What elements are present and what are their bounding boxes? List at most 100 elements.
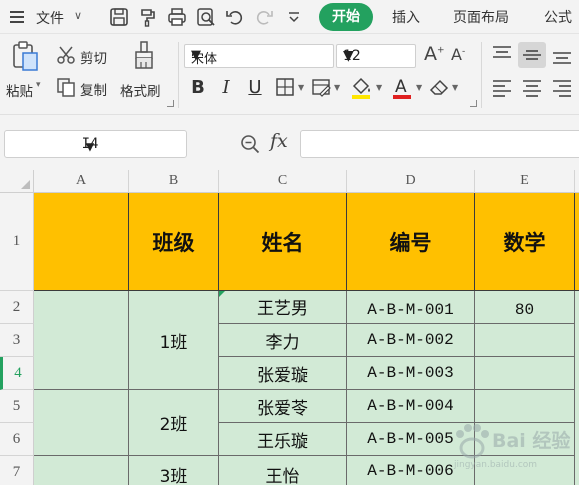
paste-chevron-icon[interactable]: ▾	[36, 80, 41, 90]
tab-page-layout[interactable]: 页面布局	[453, 7, 509, 27]
cell-a-group-1[interactable]	[34, 291, 129, 390]
code-cell[interactable]: A-B-M-004	[347, 390, 475, 423]
chevron-down-icon: ▼	[343, 48, 354, 64]
code-cell[interactable]: A-B-M-002	[347, 324, 475, 357]
header-cell-f[interactable]	[575, 193, 579, 291]
row-header-7[interactable]: 7	[0, 456, 34, 485]
name-cell[interactable]: 王艺男	[219, 291, 347, 324]
tab-home[interactable]: 开始	[319, 3, 373, 31]
clipboard-launcher-icon[interactable]	[167, 100, 174, 107]
align-middle-icon[interactable]	[518, 42, 546, 68]
chevron-down-icon[interactable]: ▼	[298, 83, 304, 92]
bold-button[interactable]: B	[186, 76, 210, 100]
hamburger-menu-icon[interactable]	[10, 11, 24, 23]
spreadsheet-grid: A B C D E 1 2 3 4 5 6 7 班级 姓名 编号 数学 1班 2…	[0, 170, 579, 485]
cell-a-group-3[interactable]	[34, 456, 129, 485]
align-top-icon[interactable]	[488, 42, 516, 68]
header-cell-code[interactable]: 编号	[347, 193, 475, 291]
row-header-3[interactable]: 3	[0, 324, 34, 357]
math-cell[interactable]	[475, 456, 575, 485]
eraser-icon[interactable]	[428, 76, 450, 98]
column-header-c[interactable]: C	[219, 170, 347, 193]
tab-insert[interactable]: 插入	[392, 7, 420, 27]
font-color-icon[interactable]: A	[390, 74, 414, 100]
name-cell[interactable]: 王怡	[219, 456, 347, 485]
column-header-d[interactable]: D	[347, 170, 475, 193]
format-painter-button[interactable]: 格式刷	[120, 80, 161, 100]
header-cell-a[interactable]	[34, 193, 129, 291]
copy-icon[interactable]	[55, 76, 77, 98]
name-cell[interactable]: 李力	[219, 324, 347, 357]
math-cell[interactable]	[475, 324, 575, 357]
more-icon[interactable]	[283, 6, 305, 28]
paste-button[interactable]: 粘贴	[6, 80, 33, 100]
cut-button[interactable]: 剪切	[80, 47, 107, 67]
font-name-select[interactable]: 宋体 ▼	[184, 44, 334, 68]
chevron-down-icon[interactable]: ▼	[376, 83, 382, 92]
scissors-icon[interactable]	[55, 44, 77, 66]
tab-formulas[interactable]: 公式	[544, 7, 572, 27]
format-brush-icon[interactable]	[130, 40, 158, 72]
font-size-select[interactable]: 12 ▼	[336, 44, 416, 68]
borders-icon[interactable]	[274, 76, 296, 98]
code-cell[interactable]: A-B-M-001	[347, 291, 475, 324]
code-cell[interactable]: A-B-M-006	[347, 456, 475, 485]
font-grow-icon[interactable]: A+	[424, 43, 445, 65]
row-header-2[interactable]: 2	[0, 291, 34, 324]
row-header-5[interactable]: 5	[0, 390, 34, 423]
name-cell[interactable]: 王乐璇	[219, 423, 347, 456]
fx-icon[interactable]: fx	[270, 130, 288, 152]
undo-icon[interactable]	[224, 6, 246, 28]
math-cell[interactable]: 80	[475, 291, 575, 324]
column-header-b[interactable]: B	[129, 170, 219, 193]
column-header-e[interactable]: E	[475, 170, 575, 193]
row-header-4[interactable]: 4	[0, 357, 34, 390]
header-cell-math[interactable]: 数学	[475, 193, 575, 291]
align-bottom-icon[interactable]	[548, 42, 576, 68]
align-left-icon[interactable]	[488, 74, 516, 100]
class-cell-3[interactable]: 3班	[129, 456, 219, 485]
column-header-f[interactable]	[575, 170, 579, 193]
header-cell-class[interactable]: 班级	[129, 193, 219, 291]
row-header-6[interactable]: 6	[0, 423, 34, 456]
chevron-down-icon[interactable]: ▼	[334, 83, 340, 92]
column-header-a[interactable]: A	[34, 170, 129, 193]
select-all-corner[interactable]	[0, 170, 34, 193]
math-cell[interactable]	[475, 423, 575, 456]
paste-icon[interactable]	[10, 40, 40, 72]
cell-f-column[interactable]	[575, 291, 579, 485]
chevron-down-icon[interactable]: ▼	[416, 83, 422, 92]
chevron-down-icon[interactable]: ▼	[5, 139, 175, 155]
header-cell-name[interactable]: 姓名	[219, 193, 347, 291]
save-icon[interactable]	[108, 6, 130, 28]
align-center-icon[interactable]	[518, 74, 546, 100]
name-cell[interactable]: 张爱苓	[219, 390, 347, 423]
zoom-icon[interactable]	[240, 134, 260, 154]
row-header-1[interactable]: 1	[0, 193, 34, 291]
copy-button[interactable]: 复制	[80, 79, 107, 99]
print-icon[interactable]	[166, 6, 188, 28]
align-right-icon[interactable]	[548, 74, 576, 100]
file-menu[interactable]: 文件	[36, 8, 64, 28]
class-cell-1[interactable]: 1班	[129, 291, 219, 390]
math-cell[interactable]	[475, 357, 575, 390]
formula-input[interactable]	[300, 130, 579, 158]
font-shrink-icon[interactable]: A-	[451, 45, 465, 64]
class-cell-2[interactable]: 2班	[129, 390, 219, 456]
name-box[interactable]: I4 ▼	[4, 130, 187, 158]
cell-a-group-2[interactable]	[34, 390, 129, 456]
cell-style-icon[interactable]	[310, 76, 332, 98]
print-preview-icon[interactable]	[195, 6, 217, 28]
chevron-down-icon[interactable]: ∨	[74, 9, 82, 22]
redo-icon[interactable]	[253, 6, 275, 28]
format-painter-icon[interactable]	[137, 6, 159, 28]
italic-button[interactable]: I	[214, 76, 238, 100]
math-cell[interactable]	[475, 390, 575, 423]
code-cell[interactable]: A-B-M-003	[347, 357, 475, 390]
chevron-down-icon[interactable]: ▼	[452, 83, 458, 92]
code-cell[interactable]: A-B-M-005	[347, 423, 475, 456]
underline-button[interactable]: U	[243, 76, 267, 100]
fill-color-icon[interactable]	[348, 74, 374, 100]
name-cell[interactable]: 张爱璇	[219, 357, 347, 390]
font-launcher-icon[interactable]	[470, 100, 477, 107]
